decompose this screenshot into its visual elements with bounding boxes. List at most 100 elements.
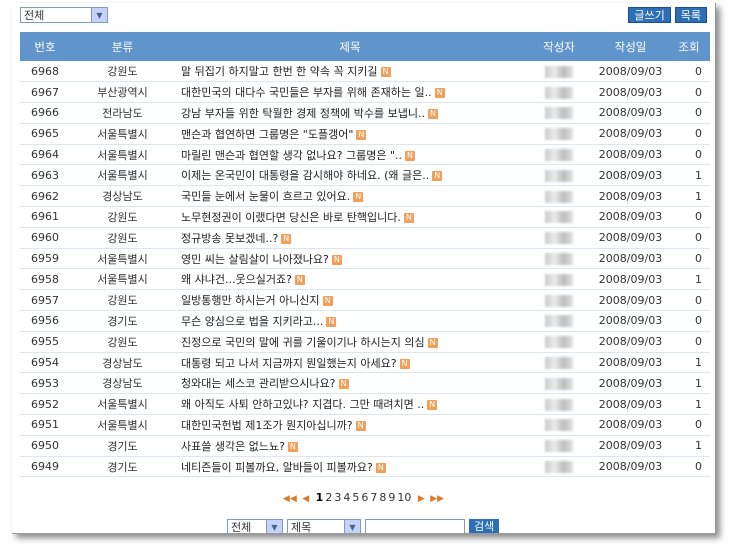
table-row: 6959 서울특별시 영민 씨는 살림살이 나아졌나요? N 2008/09/03 0 [20, 248, 710, 269]
post-date: 2008/09/03 [598, 314, 663, 328]
post-title-cell: 무슨 양심으로 법을 지키라고... N [175, 311, 525, 332]
new-post-icon: N [375, 462, 386, 473]
search-button[interactable]: 검색 [469, 519, 500, 533]
page-link[interactable]: 3 [334, 491, 341, 504]
post-category: 서울특별시 [97, 127, 148, 141]
page-link[interactable]: 8 [379, 491, 386, 504]
post-title-link[interactable]: 일방통행만 하시는거 아니신지 [181, 294, 320, 307]
table-row: 6952 서울특별시 왜 아직도 사퇴 안하고있냐? 지겹다. 그만 때려치면 ..… [20, 394, 710, 415]
post-number: 6961 [31, 210, 59, 224]
post-title-cell: 이제는 온국민이 대통령을 감시해야 하네요. (왜 글은.. N [175, 165, 525, 186]
search-field-select[interactable]: 제목 ▼ [287, 519, 361, 533]
post-author [525, 290, 593, 311]
new-post-icon: N [281, 233, 292, 244]
write-button[interactable]: 글쓰기 [628, 7, 671, 23]
blurred-author-name [545, 86, 573, 99]
post-category: 경상남도 [102, 356, 143, 370]
post-title-link[interactable]: 맨슨과 협연하면 그룹명은 "도플갱어" [181, 128, 353, 141]
post-category: 서울특별시 [97, 273, 148, 287]
post-title-link[interactable]: 대한민국헌법 제1조가 뭔지아십니까? [181, 419, 353, 432]
post-author [525, 373, 593, 394]
post-title-cell: 노무현정권이 이랬다면 당신은 바로 탄핵입니다. N [175, 207, 525, 228]
post-title-link[interactable]: 진정으로 국민의 말에 귀를 기울이기나 하시는지 의심 [181, 336, 425, 349]
post-title-link[interactable]: 네티즌들이 피볼까요, 알바들이 피볼까요? [181, 461, 373, 474]
post-title-cell: 마릴린 맨슨과 협연할 생각 없나요? 그룹명은 ".. N [175, 144, 525, 165]
new-post-icon: N [356, 129, 367, 140]
post-number: 6968 [31, 64, 59, 78]
post-title-link[interactable]: 대통령 되고 나서 지금까지 뭔일했는지 아세요? [181, 357, 397, 370]
page-link[interactable]: 6 [361, 491, 368, 504]
post-author [525, 227, 593, 248]
pagination: ◀◀ ◀ 1 2 3 4 5 6 7 8 9 10 ▶ ▶▶ [12, 491, 715, 504]
post-title-cell: 일방통행만 하시는거 아니신지 N [175, 290, 525, 311]
header-title: 제목 [339, 39, 361, 54]
post-category: 강원도 [107, 231, 138, 245]
post-author [525, 269, 593, 290]
blurred-author-name [545, 419, 573, 432]
page-link[interactable]: 7 [370, 491, 377, 504]
blurred-author-name [545, 461, 573, 474]
page-link[interactable]: 5 [352, 491, 359, 504]
next-page-icon[interactable]: ▶ [418, 494, 425, 504]
page-link[interactable]: 10 [397, 491, 411, 504]
new-post-icon: N [428, 108, 438, 119]
chevron-down-icon: ▼ [344, 520, 360, 533]
chevron-down-icon: ▼ [266, 520, 282, 533]
post-title-cell: 대한민국헌법 제1조가 뭔지아십니까? N [175, 415, 525, 436]
post-number: 6954 [31, 356, 59, 370]
post-date: 2008/09/03 [598, 148, 663, 162]
post-views: 1 [695, 397, 702, 411]
page-link[interactable]: 4 [343, 491, 350, 504]
post-title-link[interactable]: 강남 부자들 위한 탁월한 경제 정책에 박수를 보냅니.. [181, 107, 425, 120]
post-number: 6950 [31, 439, 59, 453]
post-title-link[interactable]: 대한민국의 대다수 국민들은 부자를 위해 존재하는 일.. [181, 86, 432, 99]
post-category: 서울특별시 [97, 169, 148, 183]
post-title-cell: 사표쓸 생각은 없느뇨? N [175, 435, 525, 456]
last-page-icon[interactable]: ▶▶ [430, 494, 444, 504]
list-button[interactable]: 목록 [674, 7, 707, 23]
search-scope-select[interactable]: 전체 ▼ [227, 519, 283, 533]
post-author [525, 394, 593, 415]
post-title-link[interactable]: 마릴린 맨슨과 협연할 생각 없나요? 그룹명은 ".. [181, 149, 402, 162]
post-title-link[interactable]: 말 뒤집기 하지말고 한번 한 약속 꼭 지키길 [181, 65, 378, 78]
post-date: 2008/09/03 [598, 252, 663, 266]
post-date: 2008/09/03 [598, 439, 663, 453]
post-title-link[interactable]: 영민 씨는 살림살이 나아졌나요? [181, 253, 329, 266]
blurred-author-name [545, 149, 573, 162]
post-author [525, 352, 593, 373]
page-link[interactable]: 1 [316, 491, 324, 504]
new-post-icon: N [380, 67, 391, 78]
search-input[interactable] [365, 519, 465, 533]
post-views: 1 [695, 439, 702, 453]
post-date: 2008/09/03 [598, 64, 663, 78]
post-date: 2008/09/03 [598, 168, 663, 182]
post-category: 강원도 [107, 210, 138, 224]
post-number: 6959 [31, 252, 59, 266]
table-row: 6955 강원도 진정으로 국민의 말에 귀를 기울이기나 하시는지 의심 N 2008… [20, 331, 710, 353]
first-page-icon[interactable]: ◀◀ [283, 494, 297, 504]
post-views: 0 [695, 64, 702, 78]
new-post-icon: N [338, 379, 349, 390]
post-author [525, 311, 593, 332]
post-number: 6956 [31, 314, 59, 328]
new-post-icon: N [432, 171, 443, 182]
post-date: 2008/09/03 [598, 189, 663, 203]
post-title-link[interactable]: 왜 아직도 사퇴 안하고있냐? 지겹다. 그만 때려치면 .. [181, 398, 424, 411]
post-title-link[interactable]: 노무현정권이 이랬다면 당신은 바로 탄핵입니다. [181, 211, 401, 224]
post-views: 1 [695, 376, 702, 390]
post-title-link[interactable]: 무슨 양심으로 법을 지키라고... [181, 315, 323, 328]
post-title-link[interactable]: 국민들 눈에서 눈물이 흐르고 있어요. [181, 190, 350, 203]
page-link[interactable]: 9 [388, 491, 395, 504]
page-link[interactable]: 2 [325, 491, 332, 504]
post-views: 1 [695, 189, 702, 203]
post-title-link[interactable]: 이제는 온국민이 대통령을 감시해야 하네요. (왜 글은.. [181, 169, 429, 182]
blurred-author-name [545, 169, 573, 182]
post-title-link[interactable]: 정규방송 못보겠네..? [181, 232, 278, 245]
post-title-link[interactable]: 왜 샤냐건...웃으실거죠? [181, 273, 292, 286]
region-filter-select[interactable]: 전체 ▼ [20, 7, 108, 23]
table-row: 6963 서울특별시 이제는 온국민이 대통령을 감시해야 하네요. (왜 글은..… [20, 165, 710, 186]
post-title-link[interactable]: 사표쓸 생각은 없느뇨? [181, 440, 285, 453]
post-title-link[interactable]: 청와대는 세스코 관리받으시나요? [181, 377, 336, 390]
post-views: 0 [695, 148, 702, 162]
prev-page-icon[interactable]: ◀ [302, 494, 309, 504]
